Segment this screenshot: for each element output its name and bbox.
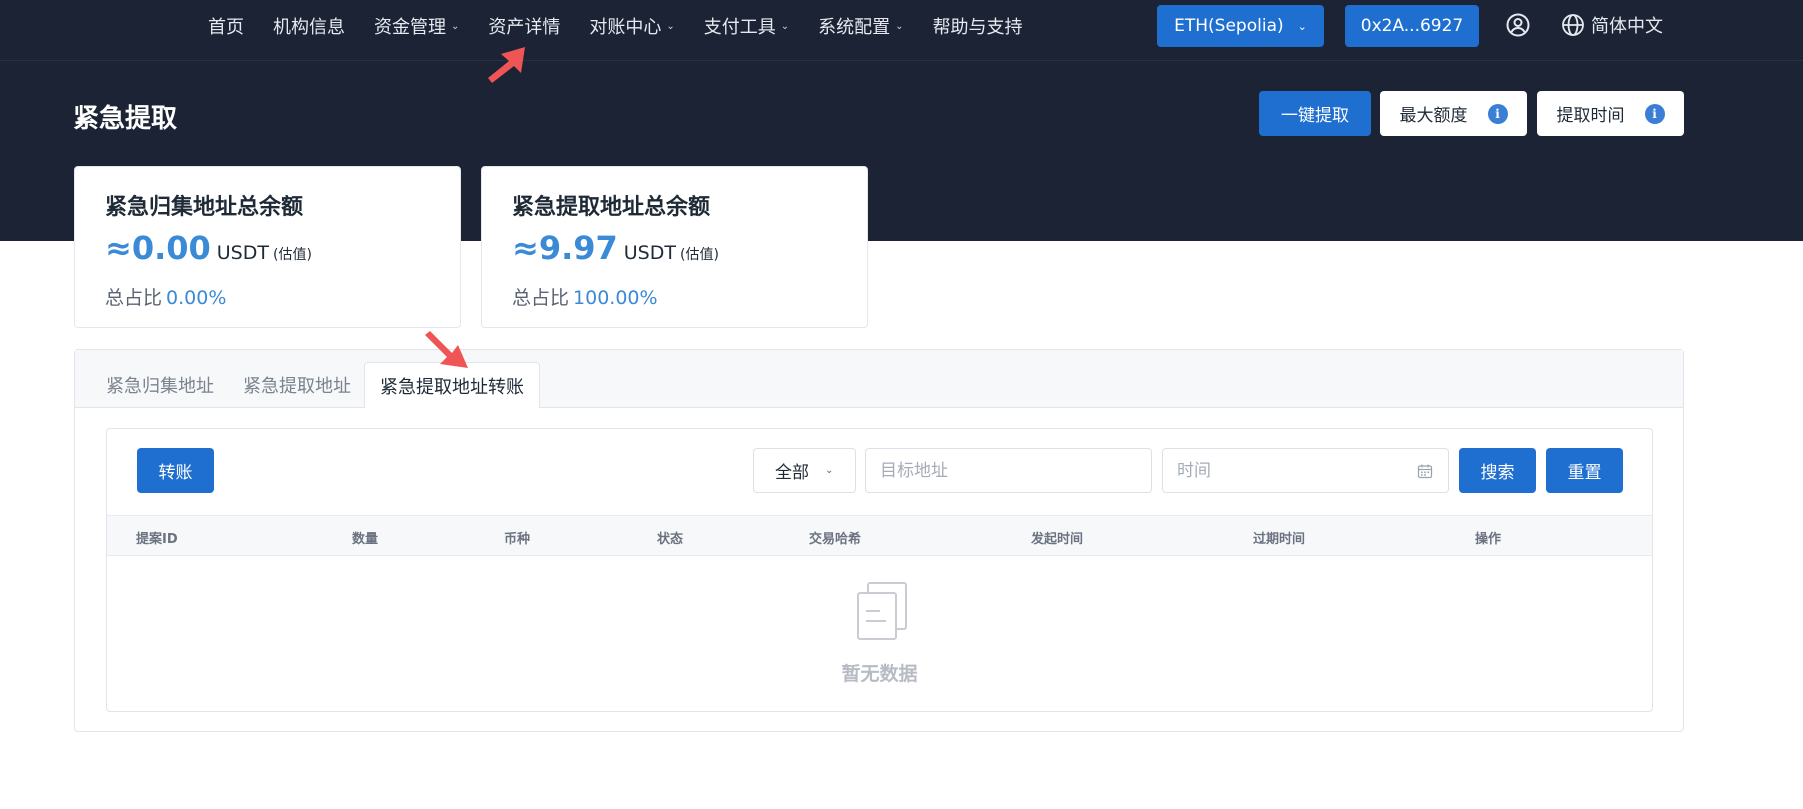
nav-item-system-config[interactable]: 系统配置 ⌄: [818, 13, 903, 39]
button-label: 重置: [1567, 463, 1602, 483]
card-amount-row: ≈9.97 USDT (估值): [512, 229, 719, 267]
column-header-actions: 操作: [1475, 532, 1502, 547]
nav-label: 支付工具: [703, 17, 776, 38]
button-label: 搜索: [1480, 463, 1515, 483]
button-label: 提取时间: [1556, 106, 1625, 126]
nav-item-fund-management[interactable]: 资金管理 ⌄: [374, 13, 459, 39]
wallet-address-button[interactable]: 0x2A...6927: [1345, 5, 1479, 47]
annotation-arrow-icon: [488, 47, 525, 83]
empty-data-icon: [857, 582, 907, 640]
chevron-down-icon: ⌄: [895, 20, 904, 32]
withdraw-balance-card: 紧急提取地址总余额 ≈9.97 USDT (估值) 总占比 100.00%: [481, 166, 868, 328]
info-icon: i: [1487, 103, 1508, 124]
search-button[interactable]: 搜索: [1459, 448, 1536, 493]
table-header: 提案ID 数量 币种 状态 交易哈希 发起时间 过期时间 操作: [107, 515, 1652, 556]
nav-label: 对账中心: [589, 17, 662, 38]
estimate-note: (估值): [679, 247, 719, 263]
nav-item-org-info[interactable]: 机构信息: [273, 13, 345, 39]
chevron-down-icon: ⌄: [451, 20, 460, 32]
estimate-note: (估值): [272, 247, 312, 263]
collection-balance-card: 紧急归集地址总余额 ≈0.00 USDT (估值) 总占比 0.00%: [74, 166, 461, 328]
button-label: 转账: [158, 463, 193, 483]
language-label: 简体中文: [1591, 16, 1663, 37]
language-switcher[interactable]: 简体中文: [1561, 12, 1663, 38]
nav-item-payment-tools[interactable]: 支付工具 ⌄: [704, 13, 789, 39]
status-filter-select[interactable]: 全部 ⌄: [753, 448, 856, 493]
ratio-value: 0.00%: [166, 287, 227, 309]
button-label: 一键提取: [1281, 106, 1349, 126]
card-title: 紧急提取地址总余额: [512, 195, 711, 220]
max-amount-button[interactable]: 最大额度 i: [1380, 91, 1527, 136]
page-title: 紧急提取: [73, 104, 178, 134]
column-header-amount: 数量: [352, 532, 379, 547]
chevron-down-icon: ⌄: [780, 20, 790, 32]
column-header-expire-time: 过期时间: [1253, 532, 1306, 547]
nav-label: 资金管理: [374, 17, 446, 38]
annotation-arrow-icon: [425, 331, 468, 368]
tab-label: 紧急归集地址: [106, 376, 214, 397]
ratio-label: 总占比: [105, 287, 163, 309]
nav-item-home[interactable]: 首页: [208, 13, 244, 39]
nav-label: 帮助与支持: [932, 17, 1023, 38]
column-header-currency: 币种: [504, 532, 531, 547]
reset-button[interactable]: 重置: [1546, 448, 1623, 493]
ratio-row: 总占比 0.00%: [105, 283, 226, 310]
address-tabs-panel: 紧急归集地址 紧急提取地址 紧急提取地址转账 转账 全部 ⌄ 搜索: [74, 349, 1684, 732]
info-icon: i: [1644, 103, 1665, 124]
transfer-button[interactable]: 转账: [137, 448, 214, 493]
calendar-icon: [1417, 464, 1433, 479]
column-header-created-time: 发起时间: [1031, 532, 1084, 547]
wallet-address-label: 0x2A...6927: [1360, 16, 1464, 36]
column-header-proposal-id: 提案ID: [136, 532, 178, 547]
top-nav: 首页 机构信息 资金管理 ⌄ 资产详情 对账中心 ⌄ 支付工具 ⌄ 系统配置 ⌄ 帮助与…: [208, 0, 1052, 52]
withdraw-time-button[interactable]: 提取时间 i: [1537, 91, 1684, 136]
nav-label: 系统配置: [818, 17, 891, 38]
balance-unit: USDT: [623, 242, 676, 264]
ratio-label: 总占比: [512, 287, 570, 309]
time-range-input[interactable]: [1162, 448, 1449, 493]
empty-data-text: 暂无数据: [841, 663, 918, 685]
ratio-row: 总占比 100.00%: [512, 283, 658, 310]
network-label: ETH(Sepolia): [1174, 16, 1284, 36]
chevron-down-icon: ⌄: [825, 465, 834, 476]
transfer-list-container: 转账 全部 ⌄ 搜索 重置 提案ID 数量 币种: [106, 428, 1653, 712]
nav-label: 机构信息: [273, 17, 345, 38]
column-header-tx-hash: 交易哈希: [809, 532, 862, 547]
tab-label: 紧急提取地址转账: [380, 376, 524, 398]
card-title: 紧急归集地址总余额: [105, 195, 304, 220]
network-selector[interactable]: ETH(Sepolia) ⌄: [1157, 5, 1324, 47]
nav-item-reconciliation[interactable]: 对账中心 ⌄: [589, 13, 674, 39]
tab-bar: 紧急归集地址 紧急提取地址 紧急提取地址转账: [75, 350, 1683, 408]
chevron-down-icon: ⌄: [1297, 19, 1307, 33]
user-account-icon[interactable]: [1506, 13, 1530, 37]
balance-amount: ≈0.00: [105, 229, 211, 267]
one-click-withdraw-button[interactable]: 一键提取: [1259, 91, 1371, 136]
select-value: 全部: [775, 463, 809, 483]
tab-collection-address[interactable]: 紧急归集地址: [106, 362, 214, 408]
ratio-value: 100.00%: [573, 287, 658, 309]
nav-item-help[interactable]: 帮助与支持: [933, 13, 1023, 39]
globe-icon: [1562, 14, 1584, 36]
button-label: 最大额度: [1399, 106, 1468, 126]
nav-item-asset-details[interactable]: 资产详情: [488, 13, 560, 39]
balance-amount: ≈9.97: [512, 229, 618, 267]
card-amount-row: ≈0.00 USDT (估值): [105, 229, 312, 267]
nav-label: 资产详情: [488, 17, 561, 38]
tab-label: 紧急提取地址: [243, 376, 351, 397]
chevron-down-icon: ⌄: [666, 20, 675, 32]
tab-withdraw-address[interactable]: 紧急提取地址: [243, 362, 351, 408]
balance-unit: USDT: [216, 242, 269, 264]
topnav-divider: [0, 60, 1803, 61]
column-header-status: 状态: [657, 532, 684, 547]
target-address-input[interactable]: [865, 448, 1152, 493]
nav-label: 首页: [208, 17, 244, 38]
